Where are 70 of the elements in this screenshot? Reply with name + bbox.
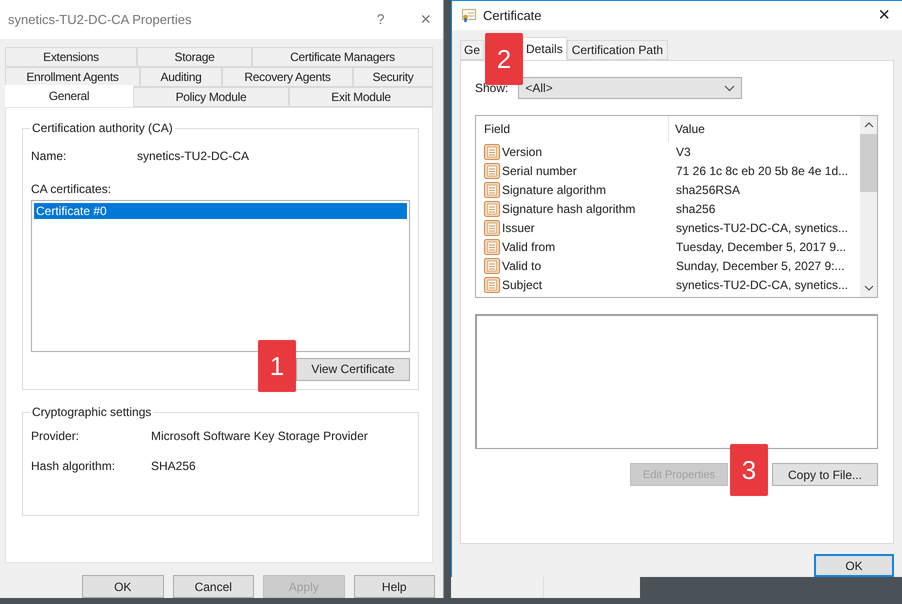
dialog-button[interactable]: Help	[354, 575, 435, 598]
field-name: Issuer	[502, 220, 535, 234]
step-number-badge: 3	[730, 444, 768, 496]
field-value: 71 26 1c 8c eb 20 5b 8e 4e 1d...	[675, 164, 848, 178]
document-icon	[484, 200, 500, 216]
step-number-badge: 1	[258, 340, 296, 392]
tab[interactable]: Policy Module	[133, 86, 289, 107]
window-title: synetics-TU2-DC-CA Properties	[8, 12, 192, 27]
field-name: Subject	[502, 278, 542, 292]
tab[interactable]: Certificate Managers	[252, 46, 433, 67]
window-title: Certificate	[483, 8, 543, 23]
close-button[interactable]: ×	[866, 4, 902, 27]
list-item[interactable]: Certificate #0	[34, 202, 407, 219]
field-value: Tuesday, December 5, 2017 9...	[675, 240, 846, 254]
field-name: Version	[502, 144, 542, 158]
tab[interactable]: Enrollment Agents	[5, 66, 140, 87]
group-legend: Cryptographic settings	[30, 404, 154, 419]
view-certificate-button[interactable]: View Certificate	[296, 358, 410, 381]
field-value: SHA256	[151, 458, 196, 473]
field-value: synetics-TU2-DC-CA	[137, 148, 250, 163]
tab[interactable]: Certification Path	[566, 40, 668, 60]
field-label: CA certificates:	[31, 182, 112, 196]
document-icon	[484, 162, 500, 178]
field-value: synetics-TU2-DC-CA, synetics...	[675, 278, 848, 292]
field-name: Serial number	[502, 164, 577, 178]
field-label: Name:	[31, 148, 68, 163]
tab[interactable]: Storage	[137, 46, 252, 67]
scrollbar[interactable]	[860, 116, 877, 297]
group-legend: Certification authority (CA)	[30, 120, 175, 135]
tab[interactable]: General	[5, 84, 133, 107]
document-icon	[484, 258, 500, 274]
scroll-thumb[interactable]	[860, 134, 877, 192]
tab[interactable]: Extensions	[5, 46, 137, 67]
field-value: synetics-TU2-DC-CA, synetics...	[675, 220, 848, 234]
ok-button[interactable]: OK	[814, 554, 894, 577]
help-button[interactable]: ?	[364, 11, 396, 28]
field-name: Signature algorithm	[502, 182, 606, 196]
field-value: Sunday, December 5, 2027 9:...	[675, 258, 845, 272]
column-header[interactable]: Value	[675, 116, 705, 142]
field-value: sha256RSA	[675, 182, 740, 196]
action-button[interactable]: Copy to File...	[772, 463, 878, 486]
column-header[interactable]: Field	[484, 116, 669, 142]
chevron-up-icon[interactable]	[864, 122, 874, 128]
field-label: Provider:	[31, 428, 80, 443]
dialog-button[interactable]: OK	[82, 575, 164, 598]
chevron-down-icon[interactable]	[864, 285, 874, 291]
document-icon	[484, 182, 500, 198]
tab[interactable]: Exit Module	[289, 86, 433, 107]
tab[interactable]: Details	[522, 37, 567, 60]
tab[interactable]: Ge	[460, 40, 484, 60]
tab[interactable]: Security	[353, 66, 433, 87]
chevron-down-icon	[724, 84, 736, 92]
step-number-badge: 2	[485, 33, 523, 85]
field-name: Valid from	[502, 240, 556, 254]
dialog-button[interactable]: Cancel	[172, 575, 254, 598]
field-name: Valid to	[502, 258, 542, 272]
close-button[interactable]: ×	[408, 8, 443, 30]
document-icon	[484, 238, 500, 254]
field-value: Microsoft Software Key Storage Provider	[151, 428, 368, 443]
document-icon	[484, 220, 500, 236]
tab[interactable]: Recovery Agents	[222, 66, 353, 87]
certificate-icon	[462, 9, 476, 22]
field-value: sha256	[675, 202, 716, 216]
document-icon	[484, 276, 500, 292]
field-name: Signature hash algorithm	[502, 202, 636, 216]
field-label: Hash algorithm:	[31, 458, 116, 473]
show-dropdown[interactable]: <All>	[518, 77, 742, 99]
document-icon	[484, 144, 500, 160]
field-value: V3	[675, 144, 691, 158]
tab[interactable]: Auditing	[140, 66, 222, 87]
